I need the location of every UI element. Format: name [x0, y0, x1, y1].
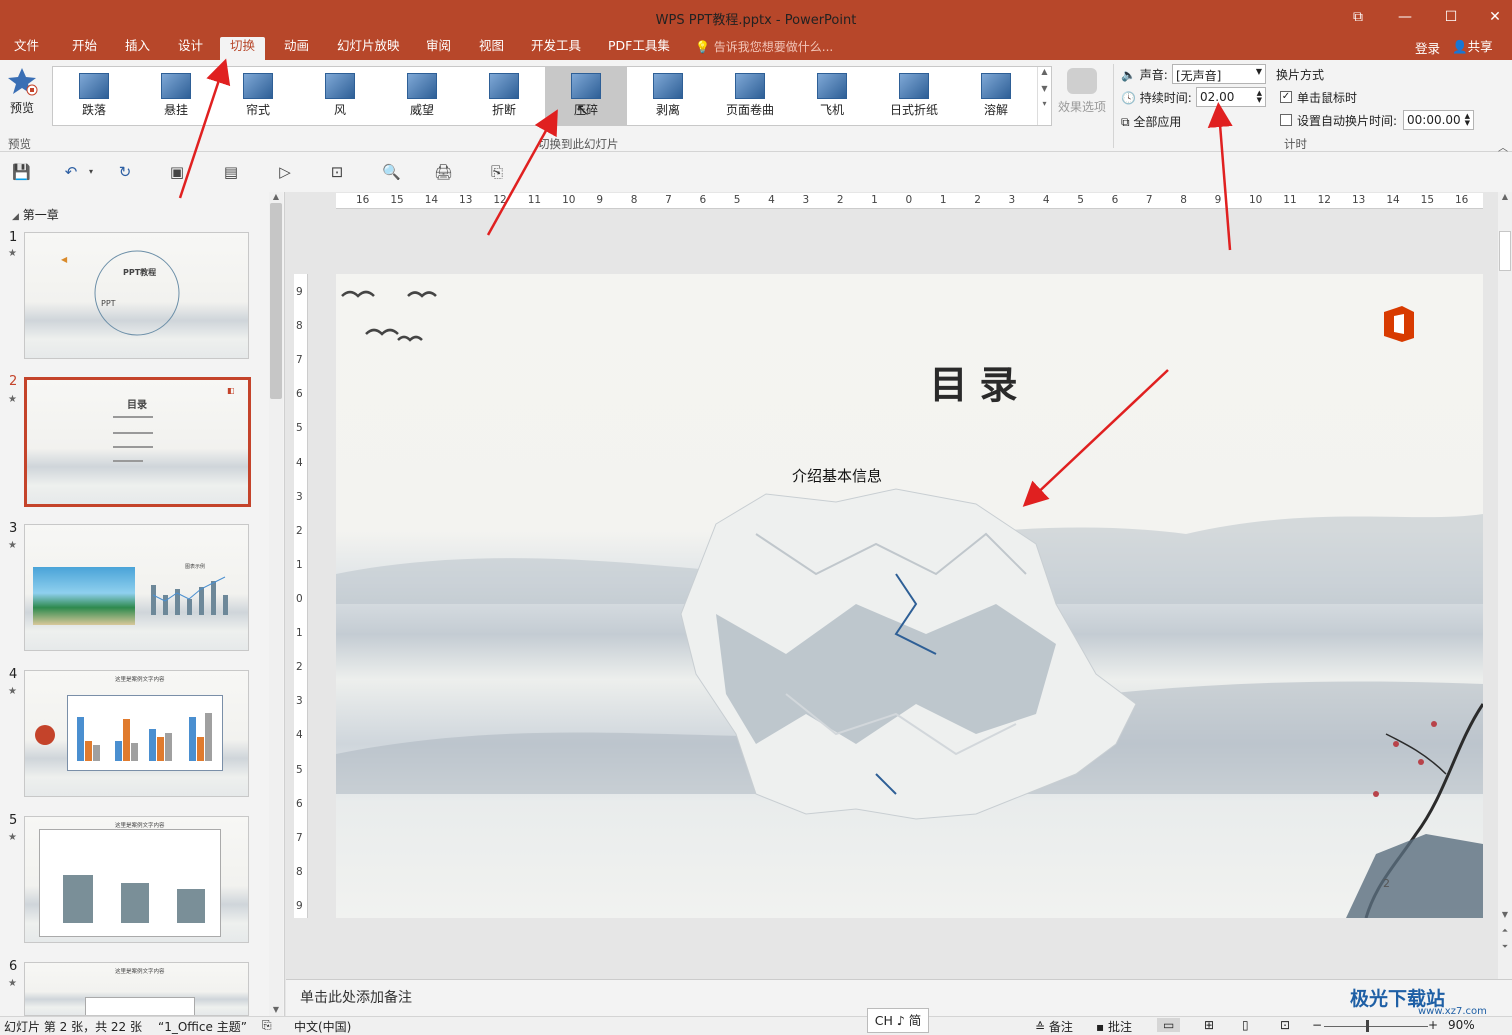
language-indicator[interactable]: 中文(中国) — [294, 1018, 351, 1035]
notes-toggle[interactable]: ≙ 备注 — [1035, 1018, 1073, 1035]
arrow-to-slide-effect — [1022, 369, 1169, 507]
normal-view-icon[interactable]: ▭ — [1157, 1018, 1181, 1032]
notes-placeholder[interactable]: 单击此处添加备注 — [300, 987, 412, 1007]
zoom-slider-thumb[interactable] — [1366, 1020, 1369, 1032]
watermark-url: www.xz7.com — [1418, 1006, 1487, 1017]
zoom-out-icon[interactable]: − — [1312, 1018, 1322, 1032]
zoom-level[interactable]: 90% — [1448, 1018, 1475, 1032]
mouse-cursor-icon: ↖ — [576, 100, 590, 119]
zoom-slider[interactable] — [1324, 1026, 1428, 1027]
slideshow-view-icon[interactable]: ⊡ — [1280, 1018, 1290, 1032]
comment-icon: ▪ — [1096, 1020, 1105, 1034]
arrow-to-crush-transition — [486, 109, 558, 236]
slide-sorter-icon[interactable]: ⊞ — [1204, 1018, 1214, 1032]
zoom-in-icon[interactable]: + — [1428, 1018, 1438, 1032]
spellcheck-icon[interactable]: ⎘ — [262, 1018, 272, 1033]
arrow-to-duration — [1207, 102, 1233, 251]
ime-indicator[interactable]: CH ♪ 简 — [867, 1008, 929, 1033]
slide-counter: 幻灯片 第 2 张，共 22 张 — [4, 1020, 142, 1034]
annotation-arrows — [178, 58, 1233, 507]
notes-icon: ≙ — [1035, 1020, 1046, 1034]
arrow-to-transitions-tab — [178, 58, 231, 199]
comments-toggle[interactable]: ▪ 批注 — [1096, 1018, 1132, 1035]
theme-name: “1_Office 主题” — [158, 1020, 247, 1034]
reading-view-icon[interactable]: ▯ — [1242, 1018, 1249, 1032]
